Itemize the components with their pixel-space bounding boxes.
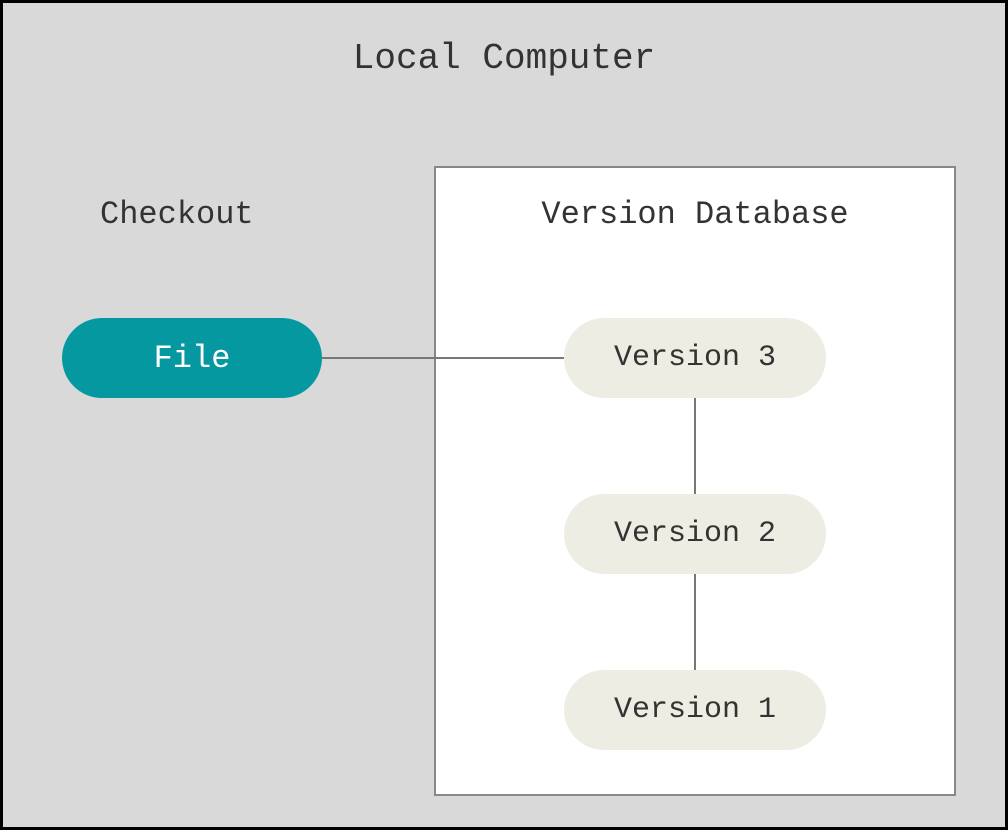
checkout-label: Checkout	[100, 196, 254, 233]
version-node-label: Version 2	[614, 517, 776, 551]
connector-v3-to-v2	[694, 398, 696, 494]
file-node-label: File	[154, 340, 231, 377]
file-node: File	[62, 318, 322, 398]
version-node-label: Version 3	[614, 341, 776, 375]
version-node-2: Version 2	[564, 494, 826, 574]
local-computer-title: Local Computer	[0, 38, 1008, 79]
diagram-canvas: Local Computer Checkout Version Database…	[0, 0, 1008, 830]
version-node-1: Version 1	[564, 670, 826, 750]
version-node-label: Version 1	[614, 693, 776, 727]
version-database-title: Version Database	[434, 196, 956, 233]
connector-file-to-v3	[322, 357, 564, 359]
connector-v2-to-v1	[694, 574, 696, 670]
version-node-3: Version 3	[564, 318, 826, 398]
